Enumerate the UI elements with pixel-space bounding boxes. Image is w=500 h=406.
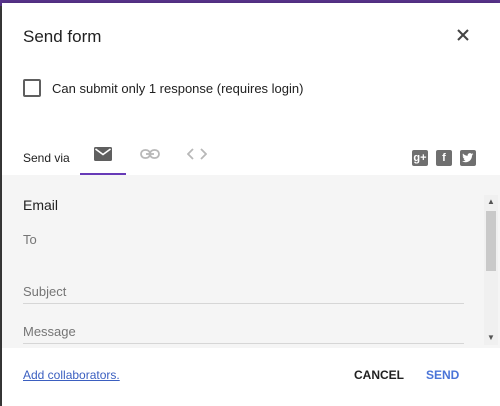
send-form-dialog: Send form Can submit only 1 response (re…	[2, 3, 500, 406]
email-section-title: Email	[23, 197, 59, 213]
single-response-checkbox[interactable]	[23, 79, 41, 97]
to-input[interactable]	[23, 232, 464, 247]
twitter-share-button[interactable]	[460, 150, 476, 166]
close-icon	[457, 29, 469, 41]
envelope-icon	[94, 147, 112, 161]
link-icon	[140, 149, 160, 159]
message-input[interactable]	[23, 324, 464, 344]
facebook-share-button[interactable]: f	[436, 150, 452, 166]
send-button[interactable]: SEND	[426, 368, 459, 382]
google-plus-share-button[interactable]: g+	[412, 150, 428, 166]
email-panel: Email ▲ ▼	[2, 175, 500, 348]
email-panel-scrollbar[interactable]: ▲ ▼	[484, 195, 498, 345]
single-response-option[interactable]: Can submit only 1 response (requires log…	[23, 79, 303, 97]
google-plus-icon: g+	[413, 152, 427, 164]
send-via-label: Send via	[23, 151, 70, 165]
code-icon	[187, 148, 207, 160]
cancel-button[interactable]: CANCEL	[354, 368, 404, 382]
add-collaborators-link[interactable]: Add collaborators.	[23, 368, 120, 382]
scroll-thumb[interactable]	[486, 211, 496, 271]
single-response-label: Can submit only 1 response (requires log…	[52, 80, 304, 96]
close-button[interactable]	[453, 25, 473, 45]
subject-input[interactable]	[23, 284, 464, 304]
twitter-icon	[462, 153, 474, 163]
dialog-title: Send form	[23, 27, 102, 46]
tab-email[interactable]	[80, 141, 126, 175]
tab-link[interactable]	[137, 141, 163, 175]
facebook-icon: f	[442, 152, 446, 164]
scroll-up-arrow-icon[interactable]: ▲	[484, 195, 498, 207]
scroll-down-arrow-icon[interactable]: ▼	[484, 331, 498, 343]
tab-embed[interactable]	[183, 141, 211, 175]
